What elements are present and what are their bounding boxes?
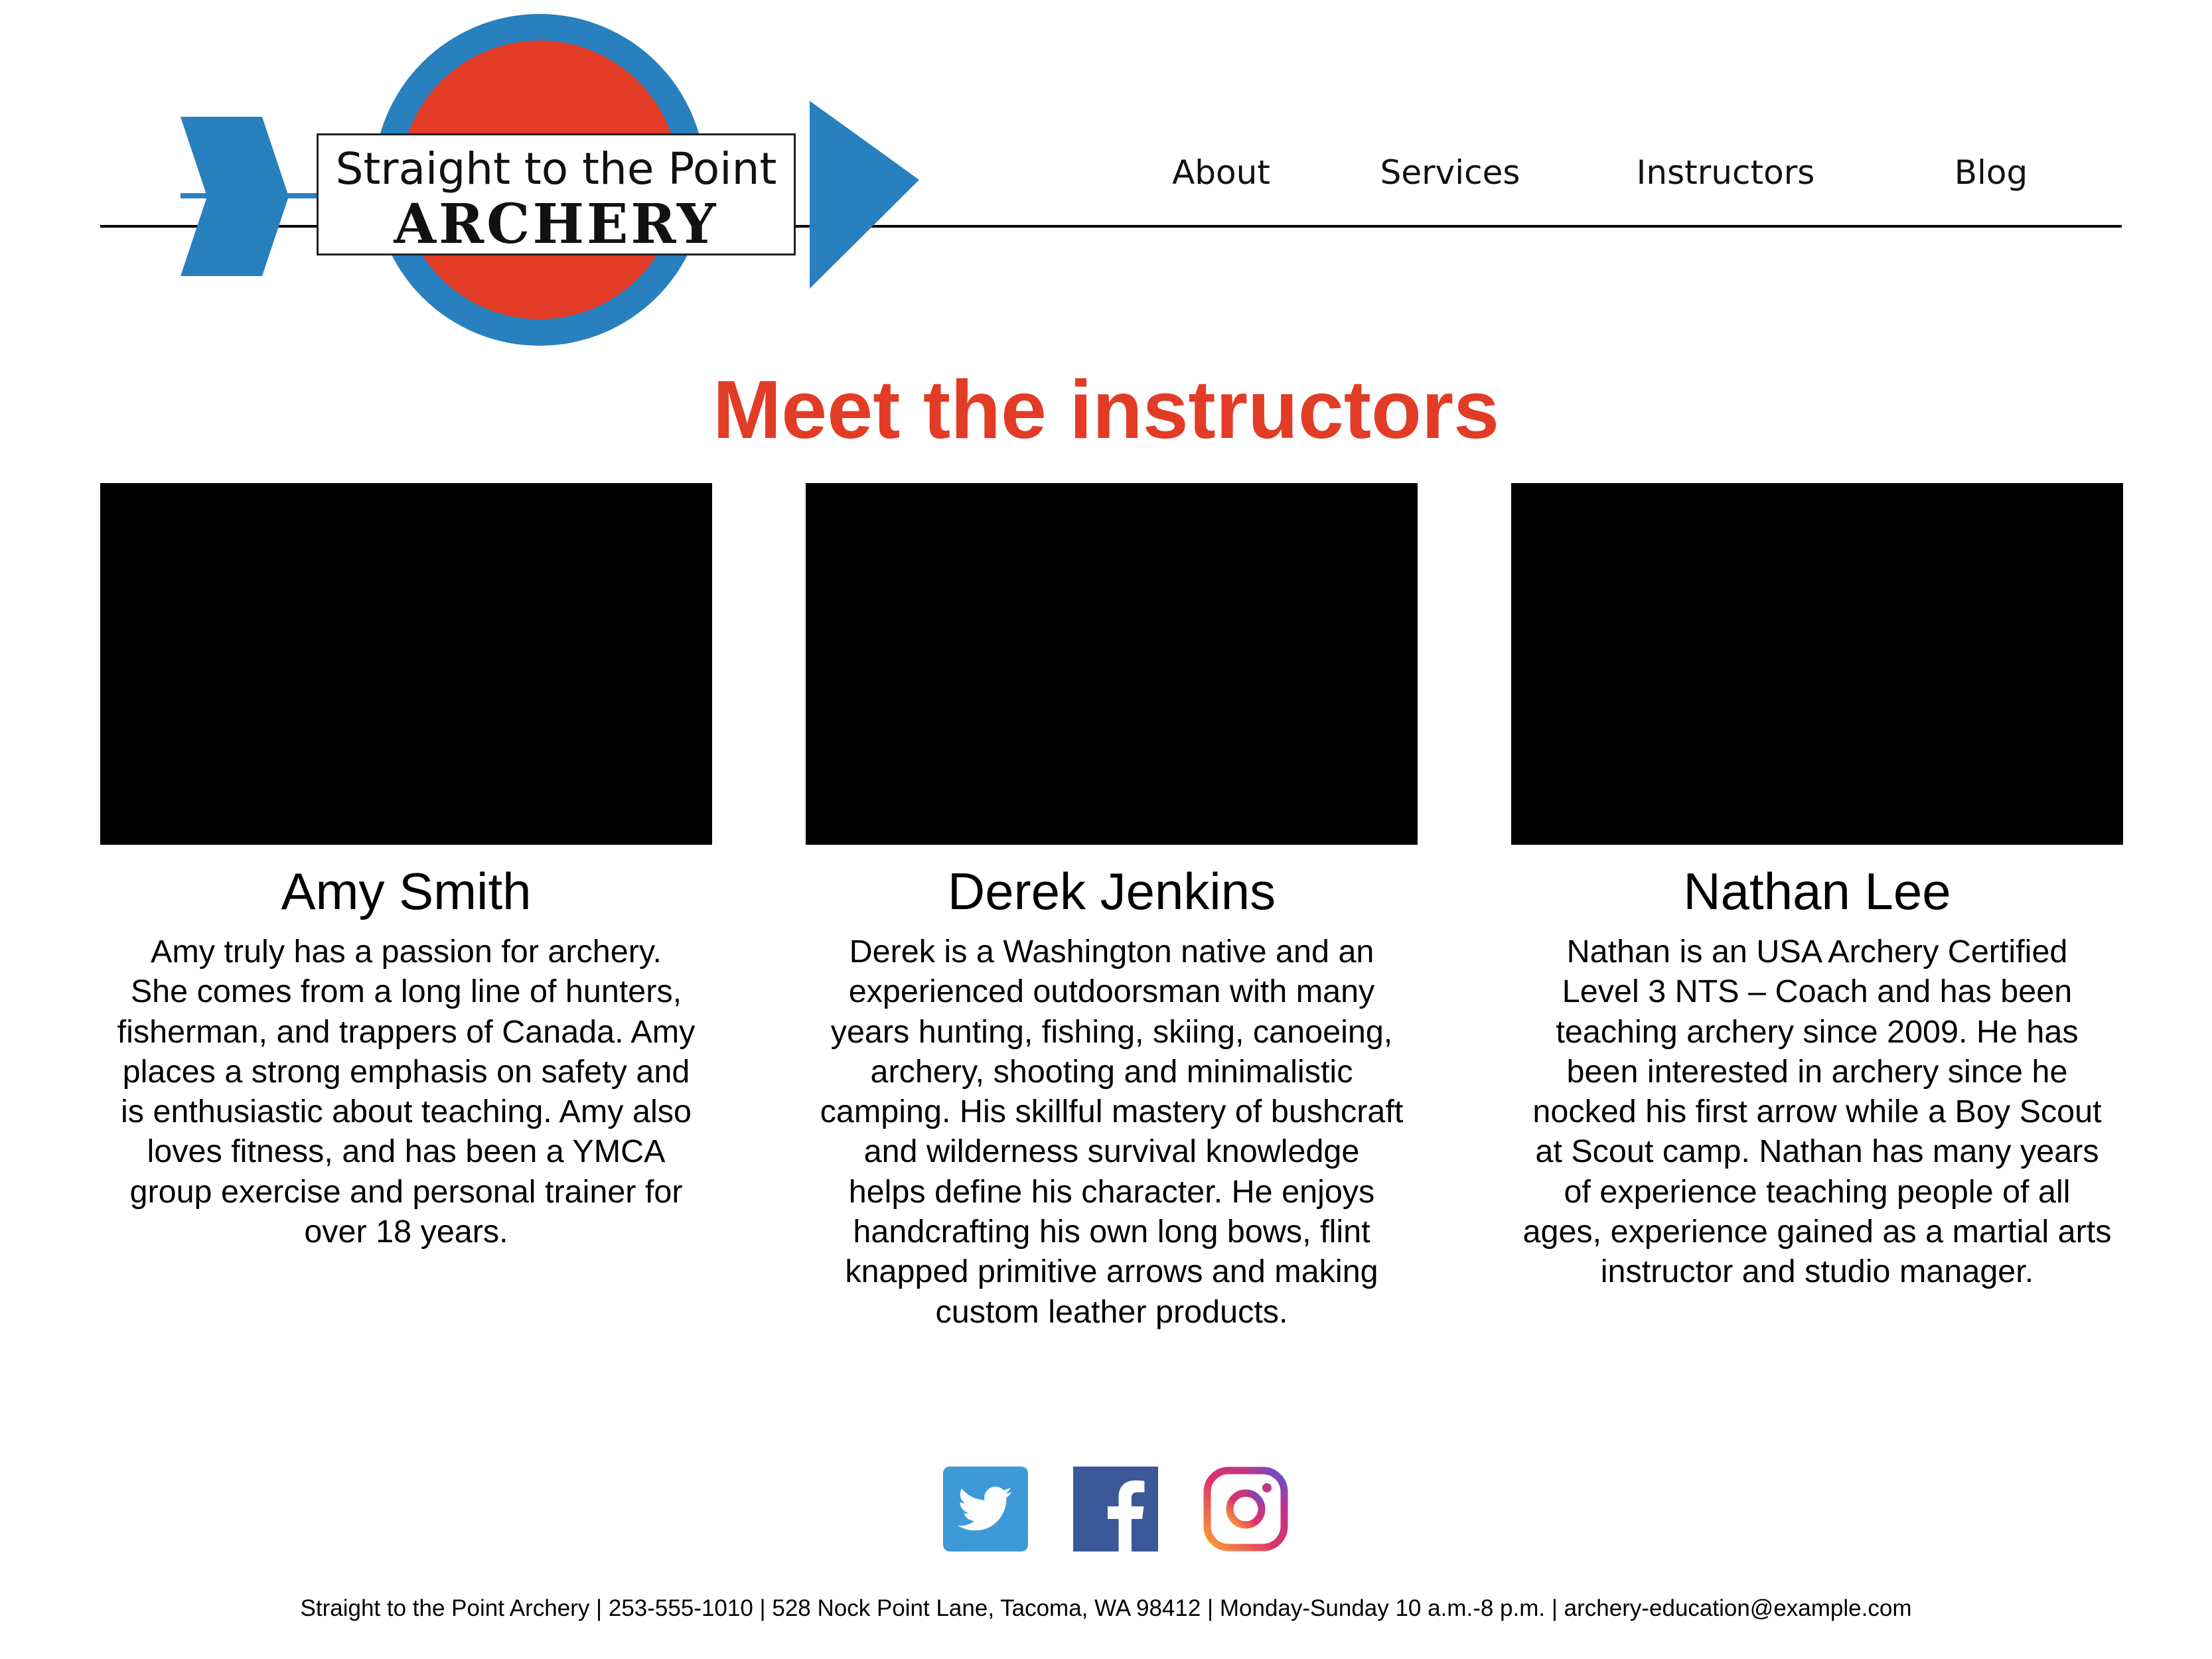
bio-line: is enthusiastic about teaching. Amy also <box>120 1094 692 1130</box>
bio-line: Amy truly has a passion for archery. <box>150 934 662 970</box>
bio-line: of experience teaching people of all <box>1564 1173 2071 1210</box>
bio-line: teaching archery since 2009. He has <box>1556 1013 2079 1050</box>
bio-line: ages, experience gained as a martial art… <box>1522 1214 2112 1250</box>
bio-line: years hunting, fishing, skiing, canoeing… <box>830 1013 1393 1050</box>
instructor-card: Nathan Lee Nathan is an USA Archery Cert… <box>1511 483 2123 1292</box>
bio-line: Nathan is an USA Archery Certified <box>1566 934 2068 970</box>
nav-services[interactable]: Services <box>1380 149 1520 196</box>
bio-line: custom leather products. <box>935 1293 1288 1330</box>
logo-wordmark: Straight to the Point ARCHERY <box>317 133 796 255</box>
instructor-name: Amy Smith <box>281 862 532 920</box>
instructor-bio: Derek is a Washington native and an expe… <box>806 932 1418 1332</box>
twitter-icon[interactable] <box>943 1467 1028 1551</box>
bio-line: helps define his character. He enjoys <box>848 1173 1375 1210</box>
instructor-card: Amy Smith Amy truly has a passion for ar… <box>100 483 712 1252</box>
bio-line: fisherman, and trappers of Canada. Amy <box>117 1013 696 1050</box>
site-logo[interactable]: Straight to the Point ARCHERY <box>173 10 929 355</box>
bio-line: been interested in archery since he <box>1566 1053 2068 1090</box>
footer-contact-info: Straight to the Point Archery | 253-555-… <box>300 1595 1912 1621</box>
instructor-name: Derek Jenkins <box>947 862 1276 920</box>
instructor-photo <box>1511 483 2123 845</box>
bio-line: She comes from a long line of hunters, <box>130 974 682 1010</box>
bio-line: Level 3 NTS – Coach and has been <box>1562 974 2073 1010</box>
instagram-icon[interactable] <box>1203 1467 1288 1551</box>
logo-tagline: Straight to the Point <box>335 143 777 194</box>
bio-line: experienced outdoorsman with many <box>848 974 1375 1010</box>
instructor-bio: Nathan is an USA Archery Certified Level… <box>1511 932 2123 1292</box>
bio-line: camping. His skillful mastery of bushcra… <box>820 1094 1404 1130</box>
bio-line: nocked his first arrow while a Boy Scout <box>1532 1094 2102 1130</box>
instructor-photo <box>806 483 1418 845</box>
bio-line: knapped primitive arrows and making <box>845 1254 1378 1290</box>
bio-line: archery, shooting and minimalistic <box>870 1053 1353 1090</box>
bio-line: group exercise and personal trainer for <box>129 1173 683 1210</box>
bio-line: loves fitness, and has been a YMCA <box>147 1133 666 1170</box>
bio-line: instructor and studio manager. <box>1600 1254 2034 1290</box>
bio-line: handcrafting his own long bows, flint <box>853 1214 1370 1250</box>
nav-instructors[interactable]: Instructors <box>1637 149 1815 196</box>
bio-line: at Scout camp. Nathan has many years <box>1535 1133 2099 1170</box>
logo-name: ARCHERY <box>394 192 719 256</box>
instructor-bio: Amy truly has a passion for archery. She… <box>100 932 712 1252</box>
page-title: Meet the instructors <box>712 364 1500 456</box>
instructor-photo <box>100 483 712 845</box>
bio-line: places a strong emphasis on safety and <box>122 1053 690 1090</box>
instructor-name: Nathan Lee <box>1683 862 1951 920</box>
instructor-card: Derek Jenkins Derek is a Washington nati… <box>806 483 1418 1332</box>
bio-line: over 18 years. <box>304 1214 508 1250</box>
nav-about[interactable]: About <box>1172 149 1270 196</box>
bio-line: and wilderness survival knowledge <box>863 1133 1360 1170</box>
facebook-icon[interactable] <box>1073 1467 1158 1551</box>
bio-line: Derek is a Washington native and an <box>849 934 1374 970</box>
nav-blog[interactable]: Blog <box>1954 149 2028 196</box>
